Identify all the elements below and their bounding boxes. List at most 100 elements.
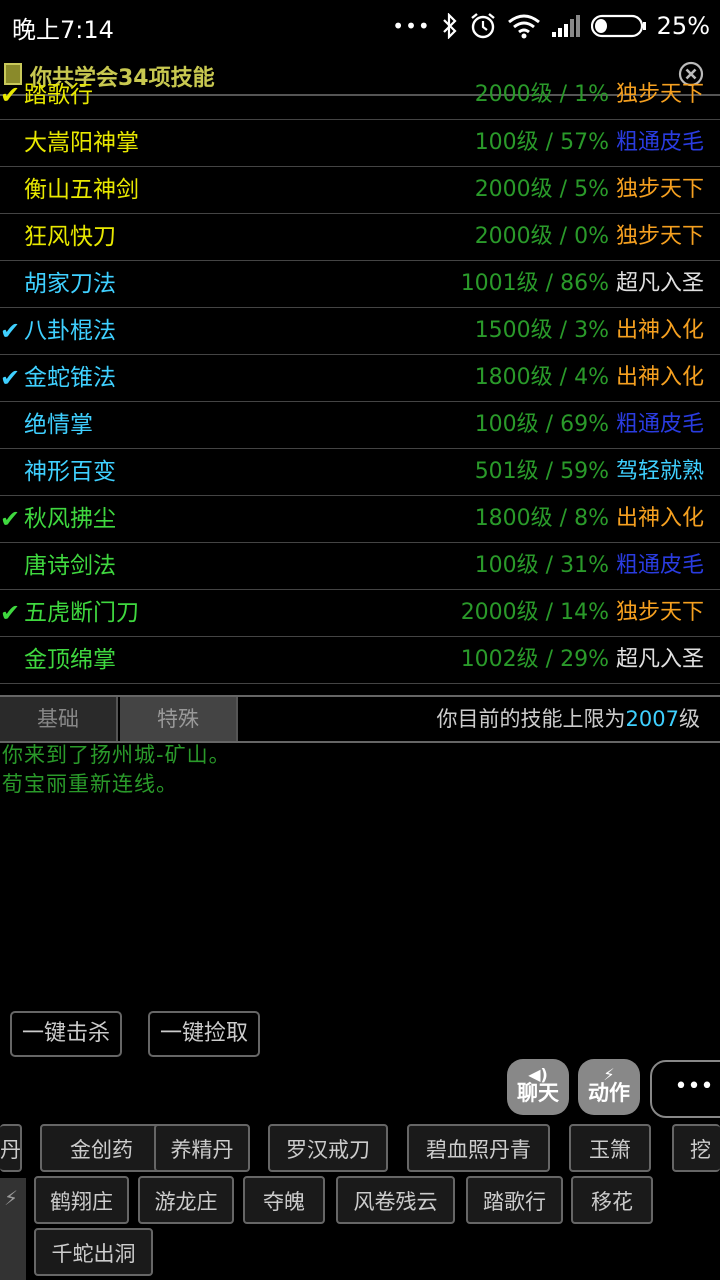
skill-rank: 出神入化 bbox=[615, 365, 704, 390]
skill-limit-text: 你目前的技能上限为2007级 bbox=[437, 697, 700, 741]
skill-info: 100级 / 69% 粗通皮毛 bbox=[475, 402, 704, 448]
skill-rank: 粗通皮毛 bbox=[615, 553, 704, 578]
skill-level: 501级 / 59% bbox=[474, 459, 609, 484]
pick-all-button[interactable]: 一键捡取 bbox=[148, 1011, 261, 1057]
skill-name: 踏歌行 bbox=[24, 82, 93, 108]
skill-name: 狂风快刀 bbox=[24, 224, 116, 250]
skill-level: 1800级 / 4% bbox=[474, 365, 609, 390]
quickbar-item[interactable]: 罗汉戒刀 bbox=[268, 1124, 388, 1172]
skill-info: 100级 / 31% 粗通皮毛 bbox=[475, 543, 704, 589]
skill-tab-bar: 基础 特殊 你目前的技能上限为2007级 bbox=[0, 695, 720, 743]
skill-level: 1001级 / 86% bbox=[460, 271, 609, 296]
status-icons: ••• 25% bbox=[392, 8, 710, 44]
quickbar-item[interactable]: 鹤翔庄 bbox=[34, 1176, 129, 1224]
wifi-icon bbox=[507, 13, 541, 39]
skill-name: 绝情掌 bbox=[24, 412, 93, 438]
skill-info: 2000级 / 5% 独步天下 bbox=[475, 167, 704, 213]
skill-limit-suffix: 级 bbox=[679, 707, 700, 731]
quickbar-item[interactable]: 碧血照丹青 bbox=[407, 1124, 550, 1172]
skill-rank: 粗通皮毛 bbox=[615, 412, 704, 437]
skill-name: 胡家刀法 bbox=[24, 271, 116, 297]
equipped-check-icon: ✔ bbox=[0, 364, 21, 392]
skill-name: 金蛇锥法 bbox=[24, 365, 116, 391]
action-label: 动作 bbox=[588, 1081, 630, 1105]
quickbar-item[interactable]: 移花 bbox=[571, 1176, 653, 1224]
skill-row[interactable]: 衡山五神剑 2000级 / 5% 独步天下 bbox=[0, 167, 720, 214]
skill-rank: 超凡入圣 bbox=[615, 271, 704, 296]
quickbar-item[interactable]: 踏歌行 bbox=[466, 1176, 563, 1224]
skill-level: 2000级 / 5% bbox=[474, 177, 609, 202]
signal-icon bbox=[551, 14, 581, 38]
skill-rank: 独步天下 bbox=[615, 82, 704, 107]
more-button[interactable]: ••• bbox=[650, 1060, 720, 1118]
equipped-check-icon: ✔ bbox=[0, 599, 21, 627]
skill-row[interactable]: 金顶绵掌 1002级 / 29% 超凡入圣 bbox=[0, 637, 720, 684]
skill-row[interactable]: 绝情掌 100级 / 69% 粗通皮毛 bbox=[0, 402, 720, 449]
message-log: 你来到了扬州城-矿山。 荀宝丽重新连线。 bbox=[2, 741, 231, 799]
quickbar-item[interactable]: 丹 bbox=[0, 1124, 22, 1172]
quickbar-item[interactable]: 金创药 bbox=[40, 1124, 163, 1172]
skill-row[interactable]: 胡家刀法 1001级 / 86% 超凡入圣 bbox=[0, 261, 720, 308]
quickbar-item[interactable]: 挖矿 bbox=[672, 1124, 720, 1172]
tab-special[interactable]: 特殊 bbox=[120, 697, 238, 741]
skill-level: 1002级 / 29% bbox=[460, 647, 609, 672]
equipped-check-icon: ✔ bbox=[0, 505, 21, 533]
skill-info: 1002级 / 29% 超凡入圣 bbox=[461, 637, 704, 683]
quickbar-side-tab[interactable]: ⚡ bbox=[0, 1178, 26, 1280]
skill-info: 1500级 / 3% 出神入化 bbox=[475, 308, 704, 354]
skill-row[interactable]: ✔ 金蛇锥法 1800级 / 4% 出神入化 bbox=[0, 355, 720, 402]
chat-button[interactable]: ◀) 聊天 bbox=[507, 1059, 569, 1115]
skill-info: 501级 / 59% 驾轻就熟 bbox=[475, 449, 704, 495]
equipped-check-icon: ✔ bbox=[0, 317, 21, 345]
skill-info: 1800级 / 4% 出神入化 bbox=[475, 355, 704, 401]
skill-row[interactable]: ✔ 秋风拂尘 1800级 / 8% 出神入化 bbox=[0, 496, 720, 543]
skill-name: 神形百变 bbox=[24, 459, 116, 485]
skill-row[interactable]: 狂风快刀 2000级 / 0% 独步天下 bbox=[0, 214, 720, 261]
skill-info: 100级 / 57% 粗通皮毛 bbox=[475, 120, 704, 166]
skill-level: 100级 / 31% bbox=[474, 553, 609, 578]
skill-level: 100级 / 69% bbox=[474, 412, 609, 437]
skill-rank: 驾轻就熟 bbox=[615, 459, 704, 484]
kill-all-button[interactable]: 一键击杀 bbox=[10, 1011, 123, 1057]
message-line: 荀宝丽重新连线。 bbox=[2, 772, 178, 796]
skill-name: 唐诗剑法 bbox=[24, 553, 116, 579]
quickbar-item[interactable]: 千蛇出洞 bbox=[34, 1228, 153, 1276]
chat-label: 聊天 bbox=[517, 1081, 559, 1105]
skill-level: 1500级 / 3% bbox=[474, 318, 609, 343]
quickbar-item[interactable]: 夺魄 bbox=[243, 1176, 325, 1224]
quickbar-item[interactable]: 玉箫 bbox=[569, 1124, 651, 1172]
bluetooth-icon bbox=[441, 13, 459, 39]
skill-row[interactable]: 唐诗剑法 100级 / 31% 粗通皮毛 bbox=[0, 543, 720, 590]
skill-info: 1001级 / 86% 超凡入圣 bbox=[461, 261, 704, 307]
skill-rank: 出神入化 bbox=[615, 506, 704, 531]
skill-row[interactable]: ✔ 五虎断门刀 2000级 / 14% 独步天下 bbox=[0, 590, 720, 637]
skill-level: 2000级 / 1% bbox=[474, 82, 609, 107]
skill-row[interactable]: ✔ 踏歌行 2000级 / 1% 独步天下 bbox=[0, 82, 720, 120]
lightning-icon: ⚡ bbox=[4, 1186, 19, 1210]
skill-level: 2000级 / 14% bbox=[460, 600, 609, 625]
skill-rank: 粗通皮毛 bbox=[615, 130, 704, 155]
quickbar-item[interactable]: 游龙庄 bbox=[138, 1176, 234, 1224]
skill-list: ✔ 踏歌行 2000级 / 1% 独步天下 大嵩阳神掌 100级 / 57% 粗通皮毛衡… bbox=[0, 83, 720, 684]
skill-limit-prefix: 你目前的技能上限为 bbox=[436, 707, 626, 731]
skill-limit-value: 2007 bbox=[625, 707, 679, 731]
quickbar-item[interactable]: 养精丹 bbox=[154, 1124, 250, 1172]
action-button[interactable]: ⚡ 动作 bbox=[578, 1059, 640, 1115]
quickbar-item[interactable]: 风卷残云 bbox=[336, 1176, 455, 1224]
battery-percent: 25% bbox=[656, 12, 710, 40]
skill-name: 五虎断门刀 bbox=[24, 600, 139, 626]
skill-info: 1800级 / 8% 出神入化 bbox=[475, 496, 704, 542]
skill-name: 大嵩阳神掌 bbox=[24, 130, 139, 156]
skill-level: 1800级 / 8% bbox=[474, 506, 609, 531]
skill-name: 秋风拂尘 bbox=[24, 506, 116, 532]
skill-name: 八卦棍法 bbox=[24, 318, 116, 344]
alarm-icon bbox=[469, 12, 497, 40]
skill-info: 2000级 / 1% 独步天下 bbox=[475, 84, 704, 106]
skill-level: 100级 / 57% bbox=[474, 130, 609, 155]
tab-basic[interactable]: 基础 bbox=[0, 697, 118, 741]
skill-name: 金顶绵掌 bbox=[24, 647, 116, 673]
skill-row[interactable]: ✔ 八卦棍法 1500级 / 3% 出神入化 bbox=[0, 308, 720, 355]
skill-info: 2000级 / 14% 独步天下 bbox=[461, 590, 704, 636]
skill-row[interactable]: 神形百变 501级 / 59% 驾轻就熟 bbox=[0, 449, 720, 496]
skill-row[interactable]: 大嵩阳神掌 100级 / 57% 粗通皮毛 bbox=[0, 120, 720, 167]
